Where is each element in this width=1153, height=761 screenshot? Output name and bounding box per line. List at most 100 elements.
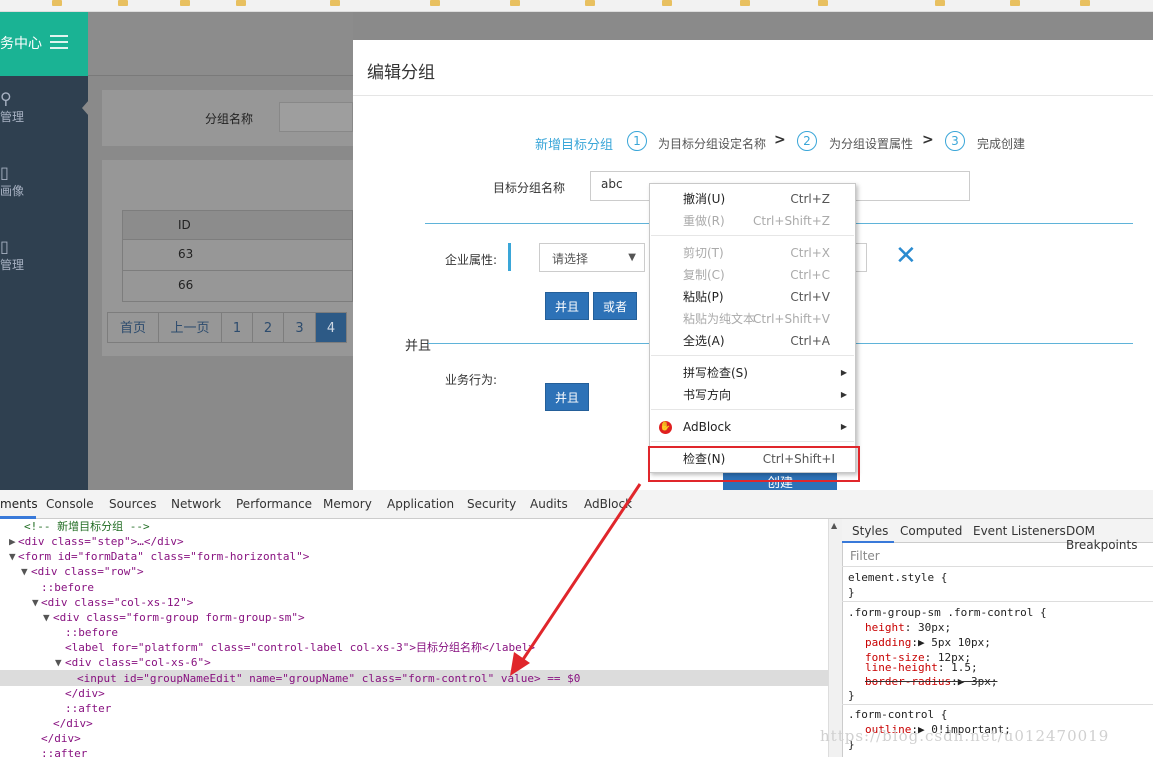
dom-line[interactable]: ::before xyxy=(41,580,94,595)
expand-arrow-icon[interactable]: ▶ xyxy=(9,534,16,549)
menu-item-shortcut: Ctrl+C xyxy=(790,268,830,282)
tab-adblock[interactable]: AdBlock xyxy=(584,497,632,511)
style-prop-row-overridden[interactable]: border-radius:▶ 3px; xyxy=(865,674,997,689)
tab-security[interactable]: Security xyxy=(467,497,516,511)
page-header xyxy=(88,12,353,76)
menu-item-copy[interactable]: 复制(C) Ctrl+C xyxy=(650,264,855,286)
bookmark-folder-icon[interactable] xyxy=(430,0,440,6)
bookmark-folder-icon[interactable] xyxy=(180,0,190,6)
elements-scrollbar[interactable]: ▲ xyxy=(828,519,842,757)
menu-item-label: 撤消(U) xyxy=(683,192,726,206)
menu-item-undo[interactable]: 撤消(U) Ctrl+Z xyxy=(650,188,855,210)
collapse-arrow-icon[interactable]: ▼ xyxy=(43,610,50,625)
dom-line[interactable]: <div class="step">…</div> xyxy=(18,534,184,549)
tab-network[interactable]: Network xyxy=(171,497,221,511)
bookmark-folder-icon[interactable] xyxy=(818,0,828,6)
dom-line-selected[interactable]: <input id="groupNameEdit" name="groupNam… xyxy=(77,671,580,686)
sidebar-item-1[interactable]: ⚲ 管理 xyxy=(0,90,88,125)
tab-performance[interactable]: Performance xyxy=(236,497,312,511)
bookmark-folder-icon[interactable] xyxy=(330,0,340,6)
scroll-up-icon[interactable]: ▲ xyxy=(831,521,837,530)
menu-item-paste-plain[interactable]: 粘贴为纯文本 Ctrl+Shift+V xyxy=(650,308,855,330)
step-2-label: 为分组设置属性 xyxy=(829,137,914,151)
dom-line[interactable]: <div class="col-xs-6"> xyxy=(65,655,211,670)
bookmark-folder-icon[interactable] xyxy=(935,0,945,6)
and-section-heading: 并且 xyxy=(405,339,432,354)
menu-item-select-all[interactable]: 全选(A) Ctrl+A xyxy=(650,330,855,352)
collapse-arrow-icon[interactable]: ▼ xyxy=(32,595,39,610)
bookmark-folder-icon[interactable] xyxy=(510,0,520,6)
menu-item-writing-direction[interactable]: 书写方向 ▶ xyxy=(650,384,855,406)
bookmark-folder-icon[interactable] xyxy=(236,0,246,6)
page-3[interactable]: 3 xyxy=(283,312,316,343)
styles-filter-input[interactable]: Filter xyxy=(850,549,880,563)
bookmark-folder-icon[interactable] xyxy=(52,0,62,6)
tab-sources[interactable]: Sources xyxy=(109,497,156,511)
tab-dom-breakpoints[interactable]: DOM Breakpoints xyxy=(1066,524,1153,552)
tab-event-listeners[interactable]: Event Listeners xyxy=(973,524,1066,538)
and-button-2[interactable]: 并且 xyxy=(545,383,589,411)
tab-console[interactable]: Console xyxy=(46,497,94,511)
page-prev[interactable]: 上一页 xyxy=(158,312,222,343)
dom-line[interactable]: <div class="col-xs-12"> xyxy=(41,595,193,610)
hamburger-icon[interactable] xyxy=(50,35,68,49)
collapse-arrow-icon[interactable]: ▼ xyxy=(21,564,28,579)
filter-input[interactable] xyxy=(279,102,353,132)
bookmark-folder-icon[interactable] xyxy=(118,0,128,6)
close-icon[interactable]: ✕ xyxy=(895,242,917,270)
dom-line[interactable]: ::after xyxy=(41,746,87,761)
collapse-arrow-icon[interactable]: ▼ xyxy=(9,549,16,564)
tab-application[interactable]: Application xyxy=(387,497,454,511)
page-2[interactable]: 2 xyxy=(252,312,284,343)
dom-line[interactable]: <div class="form-group form-group-sm"> xyxy=(53,610,305,625)
tab-styles[interactable]: Styles xyxy=(852,524,888,538)
styles-tabbar: Styles Computed Event Listeners DOM Brea… xyxy=(842,519,1153,552)
style-prop-name: line-height xyxy=(865,661,938,674)
bookmark-folder-icon[interactable] xyxy=(585,0,595,6)
style-selector[interactable]: .form-group-sm .form-control { xyxy=(848,605,1047,620)
search-icon: ⚲ xyxy=(0,89,12,108)
bookmark-folder-icon[interactable] xyxy=(740,0,750,6)
table-row[interactable]: 66 xyxy=(122,271,353,302)
style-prop-row[interactable]: padding:▶ 5px 10px; xyxy=(865,635,991,650)
bookmark-folder-icon[interactable] xyxy=(662,0,672,6)
tab-computed[interactable]: Computed xyxy=(900,524,962,538)
dom-line[interactable]: </div> xyxy=(41,731,81,746)
dom-line[interactable]: </div> xyxy=(65,686,105,701)
and-button[interactable]: 并且 xyxy=(545,292,589,320)
select-value: 请选择 xyxy=(552,252,589,266)
dom-line[interactable]: <label for="platform" class="control-lab… xyxy=(65,640,535,655)
style-prop-name: height xyxy=(865,621,905,634)
sidebar-item-label: 管理 xyxy=(0,110,25,124)
collapse-arrow-icon[interactable]: ▼ xyxy=(55,655,62,670)
page-first[interactable]: 首页 xyxy=(107,312,159,343)
tab-audits[interactable]: Audits xyxy=(530,497,568,511)
dom-line[interactable]: <div class="row"> xyxy=(31,564,144,579)
menu-item-redo[interactable]: 重做(R) Ctrl+Shift+Z xyxy=(650,210,855,232)
dom-line[interactable]: <!-- 新增目标分组 --> xyxy=(24,519,150,534)
menu-item-spellcheck[interactable]: 拼写检查(S) ▶ xyxy=(650,362,855,384)
style-selector[interactable]: .form-control { xyxy=(848,707,947,722)
menu-item-cut[interactable]: 剪切(T) Ctrl+X xyxy=(650,242,855,264)
dom-line[interactable]: ::after xyxy=(65,701,111,716)
sidebar-item-3[interactable]: ▯ 管理 xyxy=(0,238,88,273)
tab-elements[interactable]: ments xyxy=(0,497,38,511)
sidebar-item-2[interactable]: ▯ 画像 xyxy=(0,164,88,199)
dom-line[interactable]: </div> xyxy=(53,716,93,731)
tab-memory[interactable]: Memory xyxy=(323,497,372,511)
style-prop-row[interactable]: height: 30px; xyxy=(865,620,951,635)
page-4[interactable]: 4 xyxy=(315,312,347,343)
bookmark-folder-icon[interactable] xyxy=(1010,0,1020,6)
or-button[interactable]: 或者 xyxy=(593,292,637,320)
menu-item-adblock[interactable]: ✋ AdBlock ▶ xyxy=(650,416,855,438)
bookmark-folder-icon[interactable] xyxy=(1080,0,1090,6)
menu-item-paste[interactable]: 粘贴(P) Ctrl+V xyxy=(650,286,855,308)
style-prop-row[interactable]: line-height: 1.5; xyxy=(865,660,978,675)
page-1[interactable]: 1 xyxy=(221,312,253,343)
style-selector[interactable]: element.style { xyxy=(848,570,947,585)
style-prop-value: ▶ 5px 10px; xyxy=(917,636,991,649)
dom-line[interactable]: ::before xyxy=(65,625,118,640)
enterprise-attr-select[interactable]: 请选择 ▼ xyxy=(539,243,645,272)
table-row[interactable]: 63 xyxy=(122,240,353,271)
dom-line[interactable]: <form id="formData" class="form-horizont… xyxy=(18,549,309,564)
